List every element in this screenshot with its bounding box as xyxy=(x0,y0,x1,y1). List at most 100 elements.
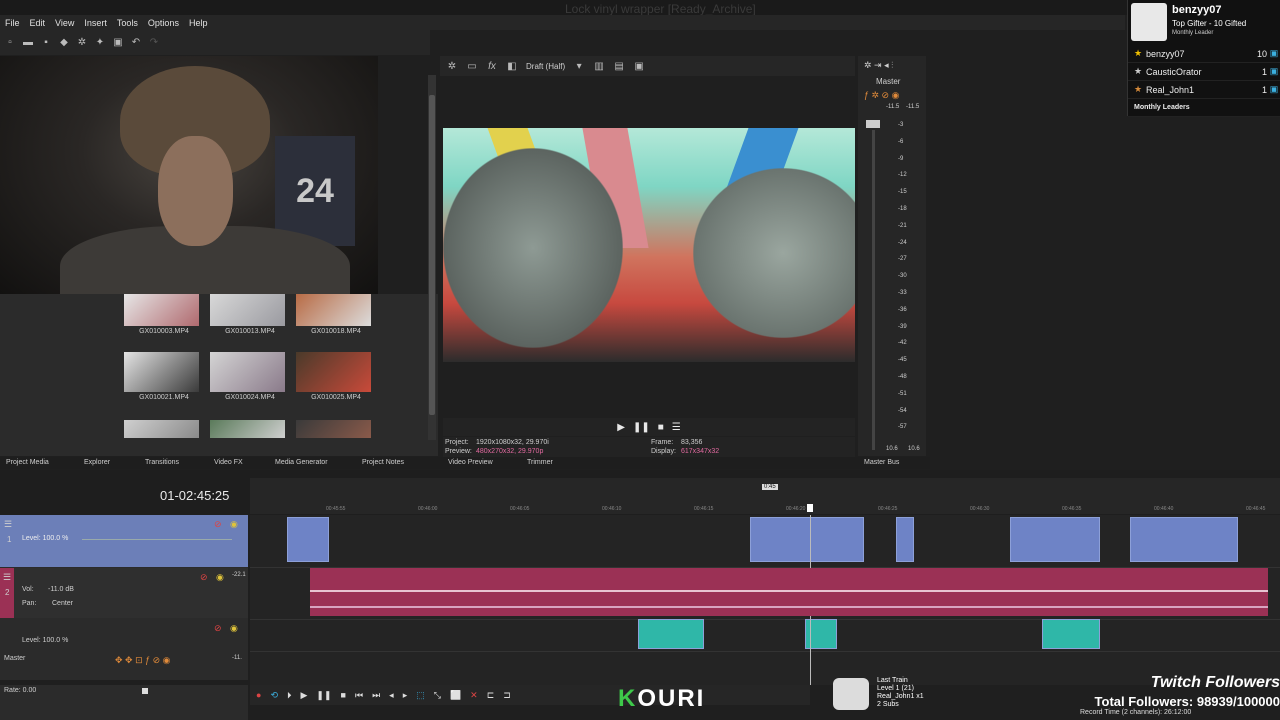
level-slider[interactable] xyxy=(82,539,232,540)
properties-icon[interactable]: ✦ xyxy=(94,37,106,49)
menu-edit[interactable]: Edit xyxy=(25,18,51,28)
fx-icon[interactable]: fx xyxy=(486,60,498,72)
audio-clip[interactable] xyxy=(310,568,1268,616)
open-folder-icon[interactable]: ▬ xyxy=(22,37,34,49)
master-toolbar-icons[interactable]: ✲ ⇥ ◂ ⫶ xyxy=(864,60,893,71)
go-to-start-icon[interactable]: ⏮ xyxy=(355,690,363,701)
play-from-start-icon[interactable]: ⏵ xyxy=(287,690,292,701)
play-icon[interactable]: ▶ xyxy=(617,422,625,433)
ruler-marker[interactable]: 0:45 xyxy=(762,484,778,490)
master-track-header[interactable]: Master ✥ ✥ ⊡ ƒ ⊘ ◉ -11. xyxy=(0,653,248,680)
media-item[interactable]: GX010025.MP4 xyxy=(296,352,376,401)
media-scrollbar[interactable] xyxy=(428,75,436,440)
media-thumbnail xyxy=(210,294,285,326)
menu-help[interactable]: Help xyxy=(184,18,213,28)
track-menu-icon[interactable]: ☰ xyxy=(4,519,12,530)
prev-frame-icon[interactable]: ◂ xyxy=(389,690,394,701)
master-fx-icons[interactable]: ƒ ✲ ⊘ ◉ xyxy=(864,90,899,101)
rate-slider-handle[interactable] xyxy=(142,688,148,694)
menu-options[interactable]: Options xyxy=(143,18,184,28)
solo-icon[interactable]: ◉ xyxy=(230,623,238,634)
menu-lines-icon[interactable]: ☰ xyxy=(672,422,681,433)
preview-settings-gear-icon[interactable]: ✲ xyxy=(446,60,458,72)
gift-icon xyxy=(1131,3,1167,41)
menu-file[interactable]: File xyxy=(0,18,25,28)
pause-icon[interactable]: ❚❚ xyxy=(633,422,650,433)
media-item[interactable]: GX010024.MP4 xyxy=(210,352,290,401)
fader-handle[interactable] xyxy=(866,120,880,128)
media-item[interactable]: GX010003.MP4 xyxy=(124,294,204,335)
chevron-down-icon[interactable]: ▾ xyxy=(573,60,585,72)
tab-project-notes[interactable]: Project Notes xyxy=(362,459,404,466)
save-icon[interactable]: ▪ xyxy=(40,37,52,49)
overlay-clip[interactable] xyxy=(1042,619,1100,649)
vol-label: Vol: xyxy=(22,586,34,593)
tab-media-generator[interactable]: Media Generator xyxy=(275,459,328,466)
playhead-handle[interactable] xyxy=(807,504,813,512)
solo-icon[interactable]: ◉ xyxy=(216,572,224,583)
copy-snapshot-icon[interactable]: ▤ xyxy=(613,60,625,72)
tab-video-fx[interactable]: Video FX xyxy=(214,459,243,466)
stop-icon[interactable]: ■ xyxy=(341,690,346,700)
timeline-ruler[interactable]: 0:45 00:45:55 00:46:00 00:46:05 00:46:10 00:… xyxy=(250,478,1280,514)
play-icon[interactable]: ▶ xyxy=(301,690,308,701)
normal-edit-icon[interactable]: ⬚ xyxy=(416,690,425,701)
save-snapshot-icon[interactable]: ▣ xyxy=(633,60,645,72)
media-filename: GX010018.MP4 xyxy=(311,328,361,335)
split-icon[interactable]: ⊐ xyxy=(503,690,511,701)
stop-icon[interactable]: ■ xyxy=(658,422,664,433)
master-fx-icon[interactable]: ✥ ✥ ⊡ ƒ ⊘ ◉ xyxy=(115,655,171,666)
preview-quality-select[interactable]: Draft (Half) xyxy=(526,62,565,71)
media-item-partial[interactable] xyxy=(124,420,204,438)
tab-transitions[interactable]: Transitions xyxy=(145,459,179,466)
track-menu-icon[interactable]: ☰ xyxy=(3,572,11,583)
media-item[interactable]: GX010018.MP4 xyxy=(296,294,376,335)
render-icon[interactable]: ◆ xyxy=(58,37,70,49)
tab-video-preview[interactable]: Video Preview xyxy=(448,459,493,466)
envelope-edit-icon[interactable]: ⤡ xyxy=(434,690,441,701)
tab-master-bus[interactable]: Master Bus xyxy=(864,459,899,466)
audio-track-header[interactable]: ☰ 2 Vol: -11.0 dB Pan: Center ⊘ ◉ -22.1 xyxy=(0,568,248,618)
tab-explorer[interactable]: Explorer xyxy=(84,459,110,466)
go-to-end-icon[interactable]: ⏭ xyxy=(372,690,380,701)
mute-icon[interactable]: ⊘ xyxy=(214,519,222,530)
tab-trimmer[interactable]: Trimmer xyxy=(527,459,553,466)
mute-icon[interactable]: ⊘ xyxy=(200,572,208,583)
menu-view[interactable]: View xyxy=(50,18,79,28)
menu-insert[interactable]: Insert xyxy=(79,18,112,28)
solo-icon[interactable]: ◉ xyxy=(230,519,238,530)
media-item[interactable]: GX010021.MP4 xyxy=(124,352,204,401)
delete-icon[interactable]: ✕ xyxy=(470,690,478,701)
video-clip[interactable] xyxy=(287,517,329,562)
menu-tools[interactable]: Tools xyxy=(112,18,143,28)
video-clip[interactable] xyxy=(750,517,864,562)
media-item-partial[interactable] xyxy=(210,420,290,438)
selection-edit-icon[interactable]: ⬜ xyxy=(450,690,461,701)
record-icon[interactable]: ● xyxy=(256,690,261,700)
settings-gear-icon[interactable]: ✲ xyxy=(76,37,88,49)
external-monitor-icon[interactable]: ▭ xyxy=(466,60,478,72)
media-item[interactable]: GX010013.MP4 xyxy=(210,294,290,335)
video-clip[interactable] xyxy=(1010,517,1100,562)
redo-icon[interactable]: ↷ xyxy=(148,37,160,49)
overlays-grid-icon[interactable]: ▥ xyxy=(593,60,605,72)
next-frame-icon[interactable]: ▸ xyxy=(403,690,408,701)
fader-track[interactable] xyxy=(872,130,875,450)
loop-icon[interactable]: ⟲ xyxy=(270,690,278,701)
media-item-partial[interactable] xyxy=(296,420,376,438)
video-track-1-header[interactable]: ☰ 1 Level: 100.0 % ⊘ ◉ xyxy=(0,515,248,567)
video-clip[interactable] xyxy=(896,517,914,562)
overlay-clip[interactable] xyxy=(638,619,704,649)
split-screen-icon[interactable]: ◧ xyxy=(506,60,518,72)
mute-icon[interactable]: ⊘ xyxy=(214,623,222,634)
trim-icon[interactable]: ⊏ xyxy=(487,690,495,701)
new-project-icon[interactable]: ▫ xyxy=(4,37,16,49)
media-manager-icon[interactable]: ▣ xyxy=(112,37,124,49)
video-clip[interactable] xyxy=(1130,517,1238,562)
media-thumbnail xyxy=(296,352,371,392)
undo-icon[interactable]: ↶ xyxy=(130,37,142,49)
pause-icon[interactable]: ❚❚ xyxy=(316,690,331,701)
tab-project-media[interactable]: Project Media xyxy=(6,459,49,466)
video-track-2-header[interactable]: Level: 100.0 % ⊘ ◉ xyxy=(0,619,248,653)
media-scrollbar-thumb[interactable] xyxy=(429,95,435,415)
